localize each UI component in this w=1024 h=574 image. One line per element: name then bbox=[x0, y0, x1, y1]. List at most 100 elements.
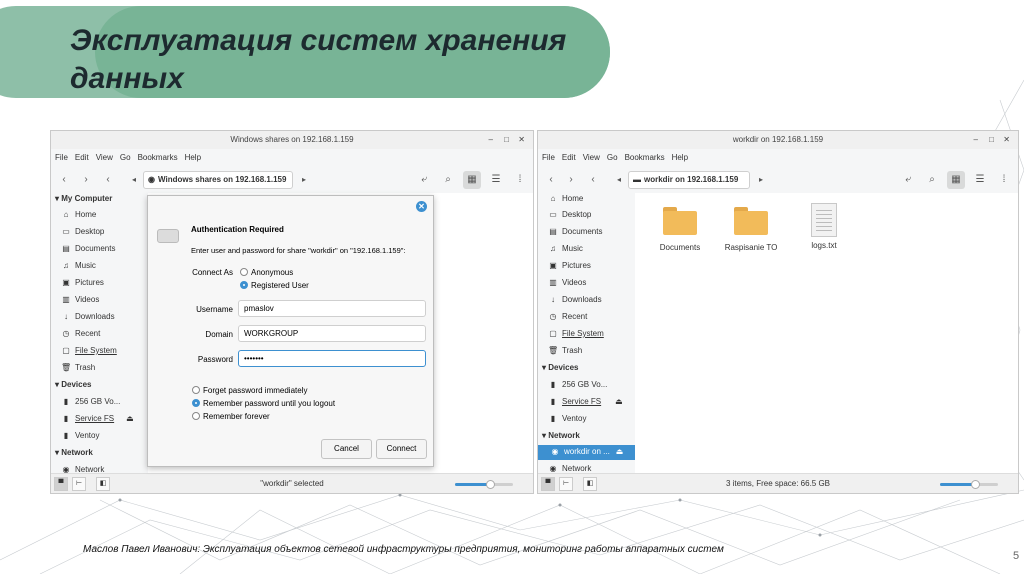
menu-view[interactable]: View bbox=[96, 151, 113, 165]
sidebar-header-devices[interactable]: ▾ Devices bbox=[542, 361, 579, 375]
forward-button[interactable]: › bbox=[77, 171, 95, 189]
password-field[interactable]: ••••••• bbox=[238, 350, 426, 367]
minimize-button[interactable]: – bbox=[489, 131, 493, 149]
maximize-button[interactable]: □ bbox=[504, 131, 509, 149]
remember-until-logout-radio[interactable]: Remember password until you logout bbox=[192, 399, 335, 408]
anonymous-radio[interactable]: Anonymous bbox=[240, 268, 293, 277]
menu-help[interactable]: Help bbox=[185, 151, 201, 165]
radio-indicator[interactable] bbox=[192, 412, 200, 420]
zoom-slider-knob[interactable] bbox=[485, 480, 495, 489]
sidebar-item-home[interactable]: ⌂ Home bbox=[548, 192, 584, 206]
sidebar-item-recent[interactable]: ◷ Recent bbox=[61, 327, 101, 341]
sidebar-item-recent[interactable]: ◷ Recent bbox=[548, 310, 588, 324]
sidebar-item-ventoy[interactable]: ▮ Ventoy bbox=[61, 429, 100, 443]
compact-view-icon[interactable]: ⁞ bbox=[511, 171, 529, 189]
back-button[interactable]: ‹ bbox=[55, 171, 73, 189]
sidebar-item-usb-drive[interactable]: ▮ 256 GB Vo... bbox=[548, 378, 608, 392]
radio-indicator[interactable] bbox=[240, 268, 248, 276]
sidebar-header-network[interactable]: ▾ Network bbox=[542, 429, 580, 443]
remember-forever-radio[interactable]: Remember forever bbox=[192, 412, 270, 421]
location-bar[interactable]: ◉ Windows shares on 192.168.1.159 bbox=[143, 171, 293, 189]
sidebar-item-service-fs[interactable]: ▮ Service FS ⏏ bbox=[61, 412, 134, 426]
sidebar-item-music[interactable]: ♫ Music bbox=[548, 242, 583, 256]
path-right-arrow[interactable]: ▸ bbox=[752, 171, 770, 189]
file-item-documents[interactable]: Documents bbox=[645, 207, 715, 252]
sidebar-item-desktop[interactable]: ▭ Desktop bbox=[61, 225, 104, 239]
radio-indicator-selected[interactable] bbox=[240, 281, 248, 289]
radio-indicator[interactable] bbox=[192, 386, 200, 394]
tree-toggle-icon[interactable]: ⊢ bbox=[559, 477, 573, 491]
sidebar-item-downloads[interactable]: ↓ Downloads bbox=[61, 310, 115, 324]
toggle-path-icon[interactable]: ⤶ bbox=[415, 171, 433, 189]
forward-button[interactable]: › bbox=[562, 171, 580, 189]
menu-edit[interactable]: Edit bbox=[562, 151, 576, 165]
sidebar-item-usb-drive[interactable]: ▮ 256 GB Vo... bbox=[61, 395, 121, 409]
sidebar-item-documents[interactable]: ▤ Documents bbox=[61, 242, 115, 256]
zoom-slider[interactable] bbox=[455, 480, 513, 489]
back-button[interactable]: ‹ bbox=[542, 171, 560, 189]
menu-bookmarks[interactable]: Bookmarks bbox=[625, 151, 665, 165]
list-view-icon[interactable]: ☰ bbox=[971, 171, 989, 189]
sidebar-header-my-computer[interactable]: ▾ My Computer bbox=[55, 192, 112, 206]
file-view[interactable]: Documents Raspisanie TO logs.txt bbox=[635, 193, 1018, 473]
places-toggle-icon[interactable]: ▀ bbox=[54, 477, 68, 491]
zoom-slider[interactable] bbox=[940, 480, 998, 489]
compact-view-icon[interactable]: ⁞ bbox=[995, 171, 1013, 189]
menu-go[interactable]: Go bbox=[607, 151, 618, 165]
sidebar-toggle-icon[interactable]: ◧ bbox=[96, 477, 110, 491]
menu-file[interactable]: File bbox=[542, 151, 555, 165]
sidebar-item-documents[interactable]: ▤ Documents bbox=[548, 225, 602, 239]
close-button[interactable]: ✕ bbox=[518, 131, 525, 149]
registered-user-radio[interactable]: Registered User bbox=[240, 281, 309, 290]
close-button[interactable]: ✕ bbox=[1003, 131, 1010, 149]
forget-password-radio[interactable]: Forget password immediately bbox=[192, 386, 307, 395]
domain-field[interactable]: WORKGROUP bbox=[238, 325, 426, 342]
file-item-logs-txt[interactable]: logs.txt bbox=[789, 203, 859, 250]
minimize-button[interactable]: – bbox=[974, 131, 978, 149]
sidebar-item-workdir-share[interactable]: ◉ workdir on ... ⏏ bbox=[538, 445, 635, 460]
menu-edit[interactable]: Edit bbox=[75, 151, 89, 165]
menu-view[interactable]: View bbox=[583, 151, 600, 165]
toggle-path-icon[interactable]: ⤶ bbox=[899, 171, 917, 189]
location-bar[interactable]: ▬ workdir on 192.168.1.159 bbox=[628, 171, 750, 189]
sidebar-item-trash[interactable]: 🗑 Trash bbox=[548, 344, 582, 358]
menu-file[interactable]: File bbox=[55, 151, 68, 165]
places-toggle-icon[interactable]: ▀ bbox=[541, 477, 555, 491]
connect-button[interactable]: Connect bbox=[376, 439, 427, 459]
tree-toggle-icon[interactable]: ⊢ bbox=[72, 477, 86, 491]
path-right-arrow[interactable]: ▸ bbox=[295, 171, 313, 189]
sidebar-item-home[interactable]: ⌂ Home bbox=[61, 208, 97, 222]
username-field[interactable]: pmaslov bbox=[238, 300, 426, 317]
sidebar-item-downloads[interactable]: ↓ Downloads bbox=[548, 293, 602, 307]
radio-indicator-selected[interactable] bbox=[192, 399, 200, 407]
maximize-button[interactable]: □ bbox=[989, 131, 994, 149]
sidebar-header-network[interactable]: ▾ Network bbox=[55, 446, 93, 460]
eject-icon[interactable]: ⏏ bbox=[126, 414, 134, 423]
sidebar-item-trash[interactable]: 🗑 Trash bbox=[61, 361, 95, 375]
list-view-icon[interactable]: ☰ bbox=[487, 171, 505, 189]
sidebar-item-desktop[interactable]: ▭ Desktop bbox=[548, 208, 591, 222]
up-button[interactable]: ‹ bbox=[99, 171, 117, 189]
grid-view-icon[interactable]: ▦ bbox=[947, 171, 965, 189]
up-button[interactable]: ‹ bbox=[584, 171, 602, 189]
sidebar-item-ventoy[interactable]: ▮ Ventoy bbox=[548, 412, 587, 426]
cancel-button[interactable]: Cancel bbox=[321, 439, 372, 459]
dialog-close-icon[interactable]: ✕ bbox=[416, 201, 427, 212]
eject-icon[interactable]: ⏏ bbox=[615, 397, 623, 406]
sidebar-item-videos[interactable]: ▥ Videos bbox=[548, 276, 586, 290]
menu-help[interactable]: Help bbox=[672, 151, 688, 165]
search-icon[interactable]: ⌕ bbox=[923, 171, 941, 189]
path-left-arrow[interactable]: ◂ bbox=[125, 171, 143, 189]
search-icon[interactable]: ⌕ bbox=[439, 171, 457, 189]
sidebar-toggle-icon[interactable]: ◧ bbox=[583, 477, 597, 491]
menu-go[interactable]: Go bbox=[120, 151, 131, 165]
sidebar-header-devices[interactable]: ▾ Devices bbox=[55, 378, 92, 392]
sidebar-item-pictures[interactable]: ▣ Pictures bbox=[61, 276, 104, 290]
sidebar-item-videos[interactable]: ▥ Videos bbox=[61, 293, 99, 307]
file-item-raspisanie-to[interactable]: Raspisanie TO bbox=[716, 207, 786, 252]
path-left-arrow[interactable]: ◂ bbox=[610, 171, 628, 189]
menu-bookmarks[interactable]: Bookmarks bbox=[138, 151, 178, 165]
eject-icon[interactable]: ⏏ bbox=[616, 447, 624, 456]
sidebar-item-file-system[interactable]: ▢ File System bbox=[61, 344, 117, 358]
sidebar-item-file-system[interactable]: ▢ File System bbox=[548, 327, 604, 341]
